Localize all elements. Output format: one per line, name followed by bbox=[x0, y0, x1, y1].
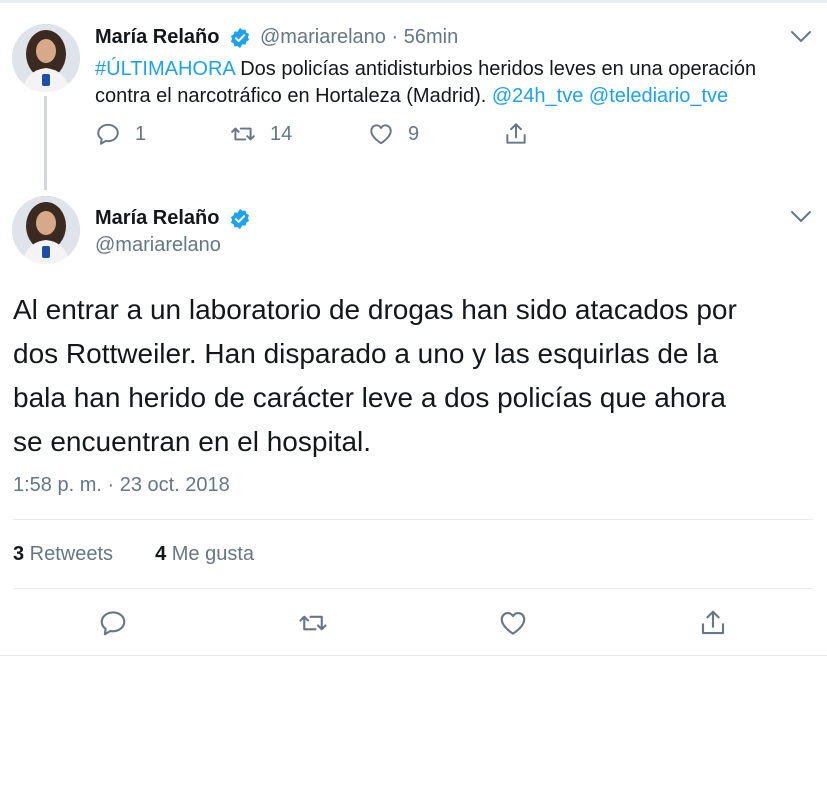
mention-link[interactable]: @24h_tve bbox=[492, 85, 583, 107]
like-button[interactable]: 9 bbox=[368, 121, 419, 147]
verified-icon bbox=[230, 208, 250, 230]
reply-button[interactable]: 1 bbox=[95, 121, 146, 147]
divider bbox=[13, 588, 813, 589]
tweet2-handle[interactable]: @mariarelano bbox=[95, 234, 221, 257]
avatar-image bbox=[12, 196, 80, 264]
reply-button[interactable] bbox=[98, 608, 128, 638]
retweet-count: 14 bbox=[270, 122, 293, 145]
tweet1-text: #ÚLTIMAHORA Dos policías antidisturbios … bbox=[95, 56, 795, 110]
share-icon bbox=[701, 610, 725, 635]
retweet-button[interactable] bbox=[298, 608, 328, 638]
meta-separator: · bbox=[391, 26, 399, 48]
tweet2-body-line: Al entrar a un laboratorio de drogas han… bbox=[13, 294, 737, 325]
tweet1-time[interactable]: 56min bbox=[404, 26, 458, 48]
reply-icon bbox=[97, 123, 119, 145]
engagement-stats: 3 Retweets 4 Me gusta bbox=[13, 543, 254, 566]
tweet2-body-line: bala han herido de carácter leve a dos p… bbox=[13, 382, 726, 413]
chevron-down-icon[interactable] bbox=[790, 30, 812, 44]
avatar-image bbox=[12, 24, 80, 92]
divider bbox=[13, 519, 813, 520]
tweet2-body-line: dos Rottweiler. Han disparado a uno y la… bbox=[13, 338, 719, 369]
hashtag-link[interactable]: #ÚLTIMAHORA bbox=[95, 58, 235, 80]
reply-icon bbox=[100, 611, 126, 636]
tweet1-author-name[interactable]: María Relaño bbox=[95, 26, 219, 49]
chevron-down-icon[interactable] bbox=[790, 210, 812, 224]
tweet2-body: Al entrar a un laboratorio de drogas han… bbox=[13, 288, 813, 464]
mention-link[interactable]: @telediario_tve bbox=[589, 85, 728, 107]
tweet2-body-line: se encuentran en el hospital. bbox=[13, 426, 372, 457]
likes-stat[interactable]: 4 Me gusta bbox=[155, 543, 254, 566]
share-button[interactable] bbox=[698, 608, 728, 638]
tweet2-author-name[interactable]: María Relaño bbox=[95, 207, 219, 230]
bottom-divider bbox=[0, 655, 827, 656]
like-icon bbox=[370, 124, 392, 145]
likes-stat-count: 4 bbox=[155, 543, 167, 565]
retweets-stat[interactable]: 3 Retweets bbox=[13, 543, 113, 566]
retweet-button[interactable]: 14 bbox=[230, 121, 292, 147]
like-icon bbox=[500, 611, 526, 635]
retweets-stat-count: 3 bbox=[13, 543, 25, 565]
thread-connector bbox=[44, 96, 47, 190]
retweet-icon bbox=[231, 127, 255, 141]
like-count: 9 bbox=[408, 122, 420, 145]
verified-icon bbox=[230, 27, 250, 49]
tweet-timestamp[interactable]: 1:58 p. m. · 23 oct. 2018 bbox=[13, 474, 230, 497]
share-button[interactable] bbox=[503, 121, 543, 147]
likes-stat-label: Me gusta bbox=[166, 543, 255, 565]
reply-count: 1 bbox=[135, 122, 147, 145]
retweet-icon bbox=[299, 615, 327, 631]
tweet1-text-part1: Dos policías antidisturbios heridos leve… bbox=[234, 58, 757, 80]
avatar[interactable] bbox=[12, 196, 80, 264]
top-divider bbox=[0, 0, 827, 3]
tweet1-meta: @mariarelano · 56min bbox=[260, 26, 458, 49]
tweet1-text-part2: contra el narcotráfico en Hortaleza (Mad… bbox=[95, 85, 492, 107]
like-button[interactable] bbox=[498, 608, 528, 638]
avatar[interactable] bbox=[12, 24, 80, 92]
share-icon bbox=[506, 123, 526, 144]
tweet1-handle[interactable]: @mariarelano bbox=[260, 26, 386, 48]
retweets-stat-label: Retweets bbox=[24, 543, 114, 565]
